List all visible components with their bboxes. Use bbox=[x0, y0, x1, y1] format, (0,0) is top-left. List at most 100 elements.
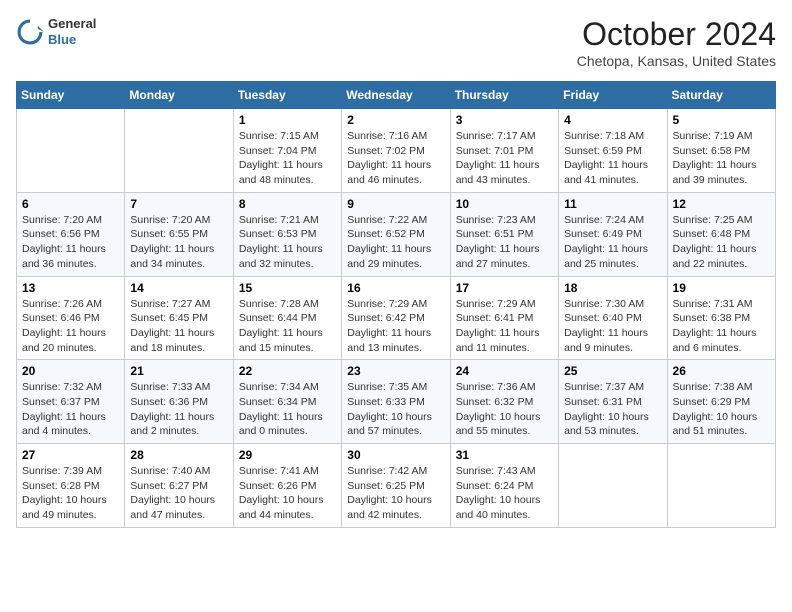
day-info: Sunrise: 7:27 AM Sunset: 6:45 PM Dayligh… bbox=[130, 297, 227, 356]
day-number: 10 bbox=[456, 197, 553, 211]
weekday-header: Monday bbox=[125, 82, 233, 109]
day-info: Sunrise: 7:29 AM Sunset: 6:41 PM Dayligh… bbox=[456, 297, 553, 356]
calendar-cell: 28Sunrise: 7:40 AM Sunset: 6:27 PM Dayli… bbox=[125, 444, 233, 528]
calendar-cell: 7 Sunrise: 7:20 AM Sunset: 6:55 PM Daylig… bbox=[125, 192, 233, 276]
calendar-cell: 3 Sunrise: 7:17 AM Sunset: 7:01 PM Daylig… bbox=[450, 109, 558, 193]
day-info: Sunrise: 7:37 AM Sunset: 6:31 PM Dayligh… bbox=[564, 380, 661, 439]
day-number: 30 bbox=[347, 448, 444, 462]
calendar-cell: 14 Sunrise: 7:27 AM Sunset: 6:45 PM Dayli… bbox=[125, 276, 233, 360]
day-number: 12 bbox=[673, 197, 770, 211]
day-number: 4 bbox=[564, 113, 661, 127]
day-number: 1 bbox=[239, 113, 336, 127]
calendar-cell: 31 Sunrise: 7:43 AM Sunset: 6:24 PM Dayli… bbox=[450, 444, 558, 528]
day-number: 9 bbox=[347, 197, 444, 211]
calendar-cell: 1 Sunrise: 7:15 AM Sunset: 7:04 PM Daylig… bbox=[233, 109, 341, 193]
calendar-cell: 21Sunrise: 7:33 AM Sunset: 6:36 PM Dayli… bbox=[125, 360, 233, 444]
day-info: Sunrise: 7:35 AM Sunset: 6:33 PM Dayligh… bbox=[347, 380, 444, 439]
calendar-week-row: 27Sunrise: 7:39 AM Sunset: 6:28 PM Dayli… bbox=[17, 444, 776, 528]
day-info: Sunrise: 7:30 AM Sunset: 6:40 PM Dayligh… bbox=[564, 297, 661, 356]
calendar-cell: 9 Sunrise: 7:22 AM Sunset: 6:52 PM Daylig… bbox=[342, 192, 450, 276]
calendar-cell: 6 Sunrise: 7:20 AM Sunset: 6:56 PM Daylig… bbox=[17, 192, 125, 276]
day-info: Sunrise: 7:19 AM Sunset: 6:58 PM Dayligh… bbox=[673, 129, 770, 188]
calendar-cell: 4 Sunrise: 7:18 AM Sunset: 6:59 PM Daylig… bbox=[559, 109, 667, 193]
day-info: Sunrise: 7:20 AM Sunset: 6:55 PM Dayligh… bbox=[130, 213, 227, 272]
day-info: Sunrise: 7:23 AM Sunset: 6:51 PM Dayligh… bbox=[456, 213, 553, 272]
day-info: Sunrise: 7:43 AM Sunset: 6:24 PM Dayligh… bbox=[456, 464, 553, 523]
day-number: 24 bbox=[456, 364, 553, 378]
day-info: Sunrise: 7:41 AM Sunset: 6:26 PM Dayligh… bbox=[239, 464, 336, 523]
month-title: October 2024 bbox=[577, 16, 776, 53]
logo: General Blue bbox=[16, 16, 96, 47]
day-number: 11 bbox=[564, 197, 661, 211]
day-info: Sunrise: 7:32 AM Sunset: 6:37 PM Dayligh… bbox=[22, 380, 119, 439]
day-info: Sunrise: 7:38 AM Sunset: 6:29 PM Dayligh… bbox=[673, 380, 770, 439]
day-number: 28 bbox=[130, 448, 227, 462]
calendar-cell: 30 Sunrise: 7:42 AM Sunset: 6:25 PM Dayli… bbox=[342, 444, 450, 528]
logo-icon bbox=[16, 18, 44, 46]
day-number: 8 bbox=[239, 197, 336, 211]
day-number: 3 bbox=[456, 113, 553, 127]
logo-general: General bbox=[48, 16, 96, 32]
day-number: 27 bbox=[22, 448, 119, 462]
day-info: Sunrise: 7:29 AM Sunset: 6:42 PM Dayligh… bbox=[347, 297, 444, 356]
calendar-cell bbox=[559, 444, 667, 528]
weekday-header: Friday bbox=[559, 82, 667, 109]
day-info: Sunrise: 7:17 AM Sunset: 7:01 PM Dayligh… bbox=[456, 129, 553, 188]
day-number: 19 bbox=[673, 281, 770, 295]
calendar-cell: 23Sunrise: 7:35 AM Sunset: 6:33 PM Dayli… bbox=[342, 360, 450, 444]
day-number: 5 bbox=[673, 113, 770, 127]
day-info: Sunrise: 7:28 AM Sunset: 6:44 PM Dayligh… bbox=[239, 297, 336, 356]
day-info: Sunrise: 7:22 AM Sunset: 6:52 PM Dayligh… bbox=[347, 213, 444, 272]
calendar-cell: 10 Sunrise: 7:23 AM Sunset: 6:51 PM Dayli… bbox=[450, 192, 558, 276]
day-number: 15 bbox=[239, 281, 336, 295]
day-info: Sunrise: 7:34 AM Sunset: 6:34 PM Dayligh… bbox=[239, 380, 336, 439]
location: Chetopa, Kansas, United States bbox=[577, 53, 776, 69]
day-number: 6 bbox=[22, 197, 119, 211]
calendar-cell: 19 Sunrise: 7:31 AM Sunset: 6:38 PM Dayli… bbox=[667, 276, 775, 360]
calendar-week-row: 1 Sunrise: 7:15 AM Sunset: 7:04 PM Daylig… bbox=[17, 109, 776, 193]
weekday-header: Thursday bbox=[450, 82, 558, 109]
day-number: 26 bbox=[673, 364, 770, 378]
calendar-cell: 27Sunrise: 7:39 AM Sunset: 6:28 PM Dayli… bbox=[17, 444, 125, 528]
calendar-cell: 16 Sunrise: 7:29 AM Sunset: 6:42 PM Dayli… bbox=[342, 276, 450, 360]
day-info: Sunrise: 7:26 AM Sunset: 6:46 PM Dayligh… bbox=[22, 297, 119, 356]
calendar-cell: 8Sunrise: 7:21 AM Sunset: 6:53 PM Daylig… bbox=[233, 192, 341, 276]
day-number: 25 bbox=[564, 364, 661, 378]
day-info: Sunrise: 7:42 AM Sunset: 6:25 PM Dayligh… bbox=[347, 464, 444, 523]
day-number: 7 bbox=[130, 197, 227, 211]
day-info: Sunrise: 7:15 AM Sunset: 7:04 PM Dayligh… bbox=[239, 129, 336, 188]
calendar-cell: 25 Sunrise: 7:37 AM Sunset: 6:31 PM Dayli… bbox=[559, 360, 667, 444]
calendar-cell: 11Sunrise: 7:24 AM Sunset: 6:49 PM Dayli… bbox=[559, 192, 667, 276]
day-number: 14 bbox=[130, 281, 227, 295]
calendar-cell: 13 Sunrise: 7:26 AM Sunset: 6:46 PM Dayli… bbox=[17, 276, 125, 360]
day-number: 29 bbox=[239, 448, 336, 462]
calendar-week-row: 6 Sunrise: 7:20 AM Sunset: 6:56 PM Daylig… bbox=[17, 192, 776, 276]
calendar-cell: 20 Sunrise: 7:32 AM Sunset: 6:37 PM Dayli… bbox=[17, 360, 125, 444]
calendar-cell: 12 Sunrise: 7:25 AM Sunset: 6:48 PM Dayli… bbox=[667, 192, 775, 276]
day-number: 22 bbox=[239, 364, 336, 378]
weekday-header: Tuesday bbox=[233, 82, 341, 109]
calendar-cell: 15 Sunrise: 7:28 AM Sunset: 6:44 PM Dayli… bbox=[233, 276, 341, 360]
calendar-cell bbox=[125, 109, 233, 193]
day-info: Sunrise: 7:36 AM Sunset: 6:32 PM Dayligh… bbox=[456, 380, 553, 439]
day-info: Sunrise: 7:16 AM Sunset: 7:02 PM Dayligh… bbox=[347, 129, 444, 188]
weekday-header: Sunday bbox=[17, 82, 125, 109]
title-area: October 2024 Chetopa, Kansas, United Sta… bbox=[577, 16, 776, 69]
day-number: 13 bbox=[22, 281, 119, 295]
calendar-cell: 17Sunrise: 7:29 AM Sunset: 6:41 PM Dayli… bbox=[450, 276, 558, 360]
day-number: 18 bbox=[564, 281, 661, 295]
day-info: Sunrise: 7:20 AM Sunset: 6:56 PM Dayligh… bbox=[22, 213, 119, 272]
day-info: Sunrise: 7:18 AM Sunset: 6:59 PM Dayligh… bbox=[564, 129, 661, 188]
day-number: 20 bbox=[22, 364, 119, 378]
day-number: 31 bbox=[456, 448, 553, 462]
weekday-header: Saturday bbox=[667, 82, 775, 109]
weekday-header: Wednesday bbox=[342, 82, 450, 109]
day-info: Sunrise: 7:33 AM Sunset: 6:36 PM Dayligh… bbox=[130, 380, 227, 439]
day-info: Sunrise: 7:25 AM Sunset: 6:48 PM Dayligh… bbox=[673, 213, 770, 272]
weekday-header-row: SundayMondayTuesdayWednesdayThursdayFrid… bbox=[17, 82, 776, 109]
day-number: 16 bbox=[347, 281, 444, 295]
calendar-cell: 24 Sunrise: 7:36 AM Sunset: 6:32 PM Dayli… bbox=[450, 360, 558, 444]
day-info: Sunrise: 7:31 AM Sunset: 6:38 PM Dayligh… bbox=[673, 297, 770, 356]
calendar-cell bbox=[667, 444, 775, 528]
calendar-cell: 26 Sunrise: 7:38 AM Sunset: 6:29 PM Dayli… bbox=[667, 360, 775, 444]
